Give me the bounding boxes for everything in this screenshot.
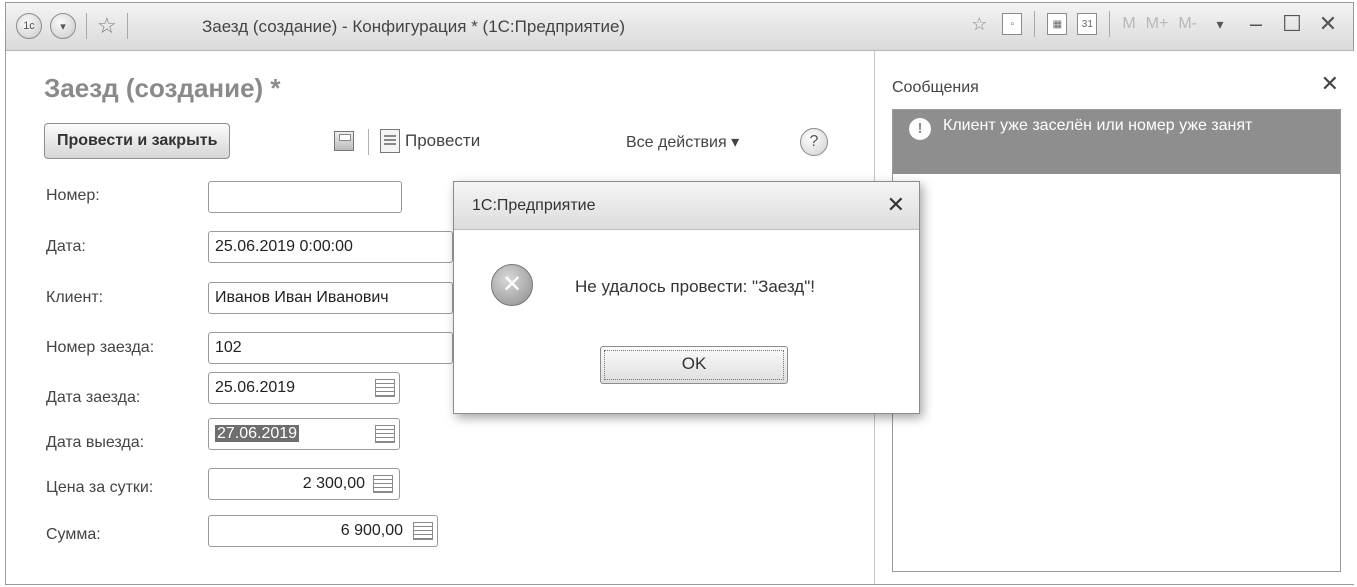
sum-value: 6 900,00 — [340, 522, 403, 539]
checkout-date-label: Дата выезда: — [46, 434, 145, 451]
messages-list: ! Клиент уже заселён или номер уже занят — [892, 109, 1341, 572]
close-icon[interactable]: ✕ — [887, 192, 905, 218]
dialog-message: Не удалось провести: "Заезд"! — [575, 277, 815, 296]
calculator-icon[interactable] — [373, 475, 393, 493]
separator — [126, 13, 128, 39]
messages-title: Сообщения — [892, 79, 979, 96]
command-bar: Провести и закрыть Провести Все действия… — [44, 123, 844, 163]
memory-m-button[interactable]: M — [1122, 15, 1135, 33]
all-actions-menu[interactable]: Все действия ▾ — [626, 132, 739, 152]
sum-field[interactable]: 6 900,00 — [208, 515, 438, 547]
message-item[interactable]: ! Клиент уже заселён или номер уже занят — [893, 110, 1340, 174]
title-bar-right: ☆ ▫ ▦ 31 M M+ M- ▾ – ☐ ✕ — [966, 11, 1341, 37]
minimize-icon[interactable]: – — [1243, 11, 1269, 37]
price-value: 2 300,00 — [302, 475, 365, 492]
post-button[interactable]: Провести — [405, 131, 480, 151]
separator — [1109, 11, 1111, 37]
window-title: Заезд (создание) - Конфигурация * (1С:Пр… — [202, 17, 626, 36]
checkout-date-value: 27.06.2019 — [215, 425, 300, 442]
client-label: Клиент: — [46, 289, 104, 306]
client-field[interactable]: Иванов Иван Иванович — [208, 282, 453, 314]
save-icon[interactable] — [334, 131, 354, 151]
memory-minus-button[interactable]: M- — [1178, 15, 1197, 33]
post-document-icon[interactable] — [380, 129, 400, 153]
message-text: Клиент уже заселён или номер уже занят — [943, 117, 1253, 134]
error-icon: ✕ — [491, 264, 533, 306]
close-icon[interactable]: ✕ — [1315, 11, 1341, 37]
title-bar: 1c ▾ ☆ Заезд (создание) - Конфигурация *… — [6, 3, 1353, 51]
chevron-down-icon[interactable]: ▾ — [1207, 11, 1233, 37]
page-title: Заезд (создание) * — [44, 73, 281, 103]
number-field[interactable] — [208, 181, 402, 213]
error-dialog: 1С:Предприятие ✕ ✕ Не удалось провести: … — [453, 181, 920, 414]
number-label: Номер: — [46, 187, 100, 204]
maximize-icon[interactable]: ☐ — [1279, 11, 1305, 37]
1c-logo-icon[interactable]: 1c — [16, 13, 42, 39]
checkout-date-field[interactable]: 27.06.2019 — [208, 418, 400, 450]
calculator-icon[interactable] — [413, 522, 433, 540]
calendar-icon[interactable] — [375, 379, 395, 397]
main-window: 1c ▾ ☆ Заезд (создание) - Конфигурация *… — [5, 2, 1355, 585]
favorites-star-icon[interactable]: ☆ — [966, 11, 992, 37]
calendar-icon[interactable] — [375, 425, 395, 443]
warning-icon: ! — [909, 118, 931, 140]
bookmark-icon[interactable]: ▫ — [1002, 13, 1023, 35]
separator — [86, 13, 87, 39]
checkin-date-field[interactable]: 25.06.2019 — [208, 372, 400, 404]
post-and-close-button[interactable]: Провести и закрыть — [44, 123, 231, 159]
checkin-date-value: 25.06.2019 — [215, 379, 296, 396]
messages-panel: Сообщения ✕ ! Клиент уже заселён или ном… — [874, 51, 1355, 584]
calculator-icon[interactable]: ▦ — [1047, 13, 1068, 35]
price-label: Цена за сутки: — [46, 479, 154, 496]
close-icon[interactable]: ✕ — [1321, 71, 1339, 97]
date-label: Дата: — [46, 238, 86, 255]
separator — [368, 129, 369, 155]
star-icon[interactable]: ☆ — [97, 15, 117, 37]
price-field[interactable]: 2 300,00 — [208, 468, 400, 500]
sum-label: Сумма: — [46, 526, 101, 543]
room-field[interactable]: 102 — [208, 332, 453, 364]
calendar-icon[interactable]: 31 — [1077, 13, 1098, 35]
ok-button[interactable]: OK — [600, 346, 788, 384]
dialog-header: 1С:Предприятие ✕ — [454, 182, 919, 230]
separator — [1034, 11, 1036, 37]
memory-plus-button[interactable]: M+ — [1146, 15, 1169, 33]
chevron-down-icon[interactable]: ▾ — [50, 13, 76, 39]
date-field[interactable]: 25.06.2019 0:00:00 — [208, 231, 453, 263]
room-label: Номер заезда: — [46, 339, 155, 356]
title-bar-left: 1c ▾ ☆ — [16, 13, 130, 39]
help-icon[interactable]: ? — [800, 128, 828, 156]
dialog-title: 1С:Предприятие — [472, 197, 596, 214]
checkin-date-label: Дата заезда: — [46, 389, 141, 406]
